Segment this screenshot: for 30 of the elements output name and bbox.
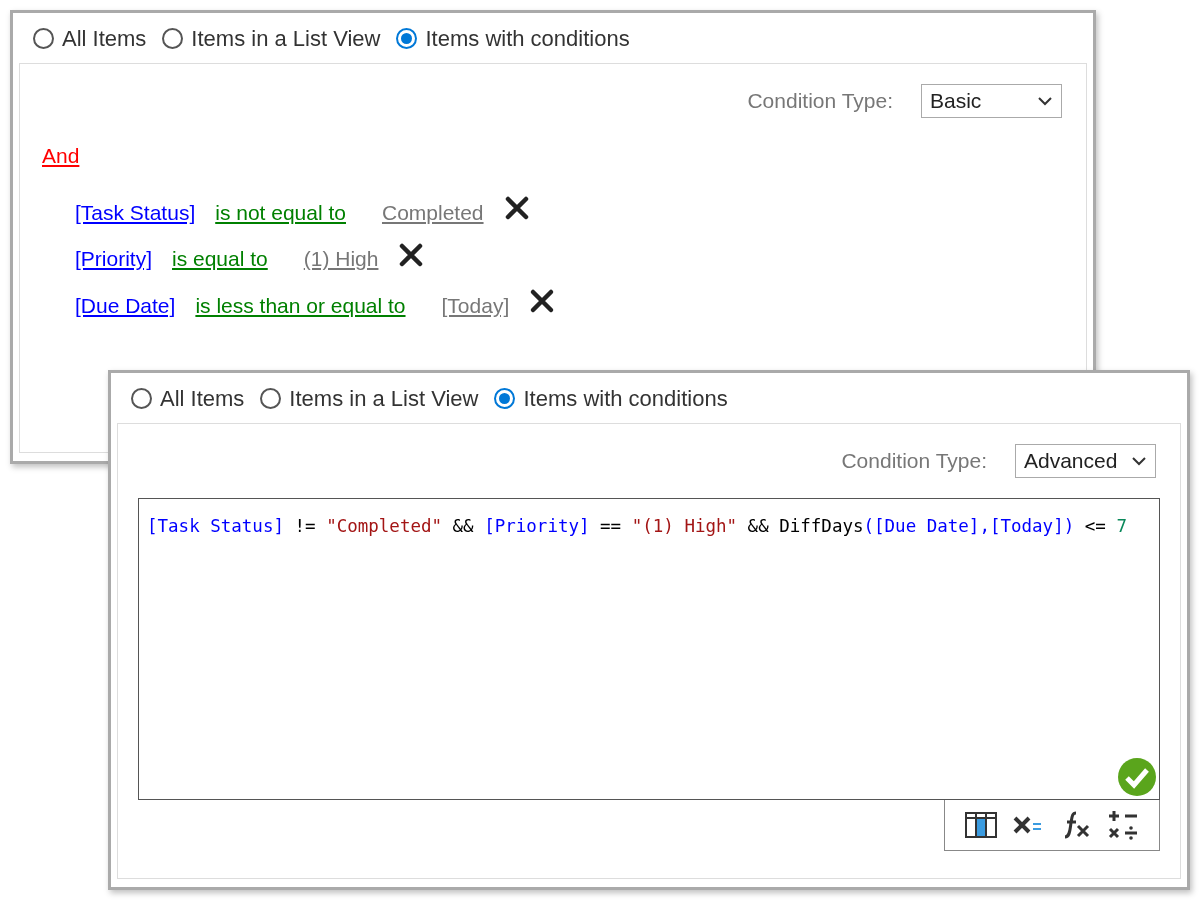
radio-option[interactable]: Items with conditions [396,21,630,55]
radio-option[interactable]: Items in a List View [260,381,479,415]
field-link[interactable]: [Priority] [75,243,152,275]
chevron-down-icon [1037,96,1053,106]
field-link[interactable]: [Due Date] [75,289,176,321]
expression-editor[interactable]: [Task Status] != "Completed" && [Priority] == "(1) High" && DiffDays([Due Date],[Today]) <= 7 [138,498,1160,800]
condition-type-dropdown[interactable]: Advanced [1015,444,1156,478]
operator-link[interactable]: is less than or equal to [195,289,406,321]
close-icon[interactable] [529,288,556,315]
table-columns-icon[interactable] [964,812,997,838]
group-operator-link[interactable]: And [42,140,80,172]
chevron-down-icon [1131,456,1147,466]
operator-link[interactable]: is equal to [172,243,268,275]
math-operators-icon[interactable] [1107,809,1140,841]
close-icon[interactable] [503,195,530,222]
radio-option[interactable]: All Items [33,21,147,55]
condition-type-label: Condition Type: [841,448,987,475]
value-link[interactable]: (1) High [303,243,379,275]
radio-option[interactable]: Items with conditions [494,381,728,415]
value-link[interactable]: [Today] [441,289,510,321]
condition-type-dropdown[interactable]: Basic [921,84,1062,118]
expression-code: [Task Status] != "Completed" && [Priority] == "(1) High" && DiffDays([Due Date],[Today]) <= 7 [147,516,1127,536]
close-icon[interactable] [398,241,425,268]
radio-option[interactable]: Items in a List View [162,21,381,55]
field-link[interactable]: [Task Status] [75,196,196,228]
radio-option[interactable]: All Items [131,381,245,415]
value-link[interactable]: Completed [382,196,484,228]
operator-link[interactable]: is not equal to [215,196,346,228]
checkmark-icon[interactable] [1117,757,1157,797]
condition-type-label: Condition Type: [747,88,893,115]
